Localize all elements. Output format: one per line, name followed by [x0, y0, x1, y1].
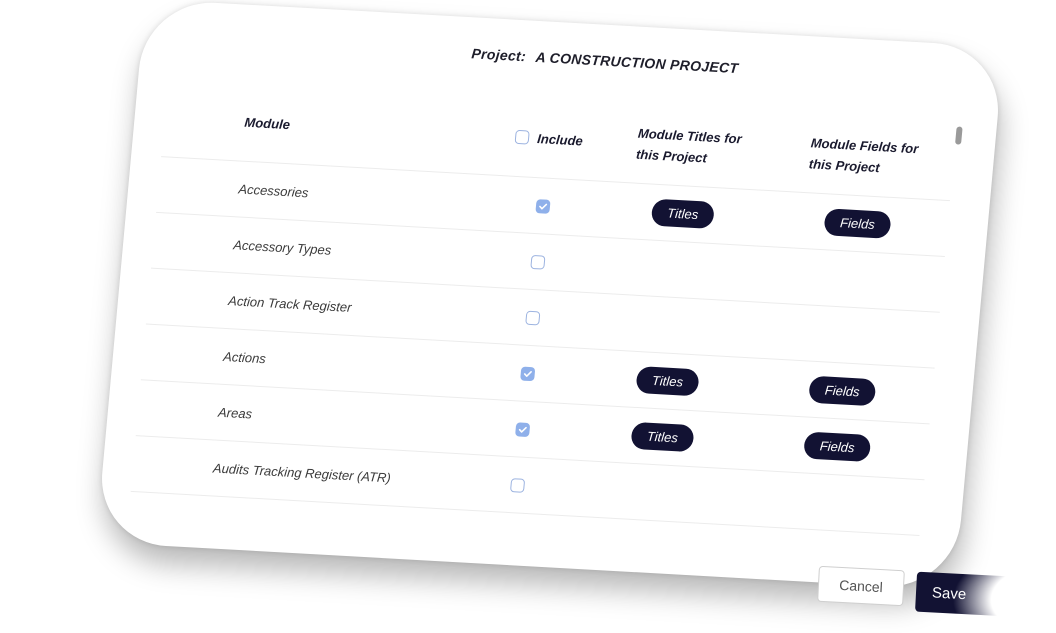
include-checkbox[interactable] [515, 421, 531, 437]
module-name: Actions [222, 348, 267, 366]
fields-cell [763, 274, 943, 284]
fields-cell: Fields [751, 372, 933, 409]
fields-cell [742, 498, 922, 508]
header-module: Module [243, 114, 291, 132]
header-module-cell: Module [164, 107, 495, 146]
titles-button[interactable]: Titles [634, 365, 701, 397]
include-checkbox[interactable] [520, 366, 536, 381]
cancel-button[interactable]: Cancel [817, 565, 905, 607]
check-icon [523, 370, 532, 377]
fields-button[interactable]: Fields [802, 431, 872, 463]
fields-cell: Fields [746, 428, 928, 465]
include-checkbox[interactable] [530, 254, 546, 270]
include-cell [472, 363, 583, 383]
dialog-content: Project: A CONSTRUCTION PROJECT Module I… [96, 0, 1004, 590]
module-cell: Accessories [158, 176, 489, 212]
module-name: Accessories [237, 180, 310, 200]
screenshot-stage: Project: A CONSTRUCTION PROJECT Module I… [0, 0, 1056, 633]
include-checkbox[interactable] [535, 198, 551, 214]
project-title: Project: A CONSTRUCTION PROJECT [471, 45, 739, 76]
modules-table: Module Include Module Titles for this Pr… [130, 78, 958, 536]
header-module-fields: Module Fields for this Project [808, 132, 919, 180]
module-name: Audits Tracking Register (ATR) [212, 459, 392, 485]
save-button[interactable]: Save [915, 571, 1009, 617]
titles-cell [573, 488, 743, 497]
project-label: Project: [470, 45, 527, 65]
module-cell: Audits Tracking Register (ATR) [132, 455, 463, 491]
include-cell [467, 419, 578, 439]
header-include-cell: Include [493, 125, 605, 152]
header-titles-cell: Module Titles for this Project [602, 121, 776, 172]
module-cell: Action Track Register [148, 287, 479, 323]
check-icon [518, 426, 527, 433]
module-cell: Areas [137, 399, 468, 435]
include-cell [482, 252, 593, 272]
include-cell [487, 196, 598, 216]
module-name: Action Track Register [227, 292, 353, 315]
titles-cell: Titles [576, 419, 748, 455]
titles-cell: Titles [581, 363, 753, 399]
fields-button[interactable]: Fields [807, 375, 877, 407]
header-module-titles: Module Titles for this Project [635, 123, 742, 171]
project-name: A CONSTRUCTION PROJECT [534, 48, 739, 77]
module-cell: Actions [143, 343, 474, 379]
titles-button[interactable]: Titles [629, 421, 696, 453]
include-all-checkbox[interactable] [514, 129, 531, 145]
include-cell [477, 308, 588, 328]
module-name: Areas [217, 404, 253, 422]
module-name: Accessory Types [232, 236, 332, 258]
include-checkbox[interactable] [525, 310, 541, 325]
project-modules-dialog: Project: A CONSTRUCTION PROJECT Module I… [95, 0, 1005, 591]
fields-button[interactable]: Fields [822, 208, 893, 239]
fields-cell [757, 330, 937, 340]
table-body: Accessories Titles Fields Accessory Types Ac… [130, 157, 950, 536]
check-icon [539, 203, 548, 210]
include-cell [462, 475, 573, 495]
titles-button[interactable]: Titles [650, 198, 716, 229]
include-checkbox[interactable] [509, 477, 526, 493]
header-include: Include [536, 130, 584, 149]
titles-cell [588, 321, 758, 330]
titles-cell: Titles [597, 196, 769, 232]
module-cell: Accessory Types [153, 231, 484, 267]
titles-cell [593, 265, 763, 274]
header-fields-cell: Module Fields for this Project [772, 130, 956, 182]
fields-cell: Fields [766, 205, 948, 242]
